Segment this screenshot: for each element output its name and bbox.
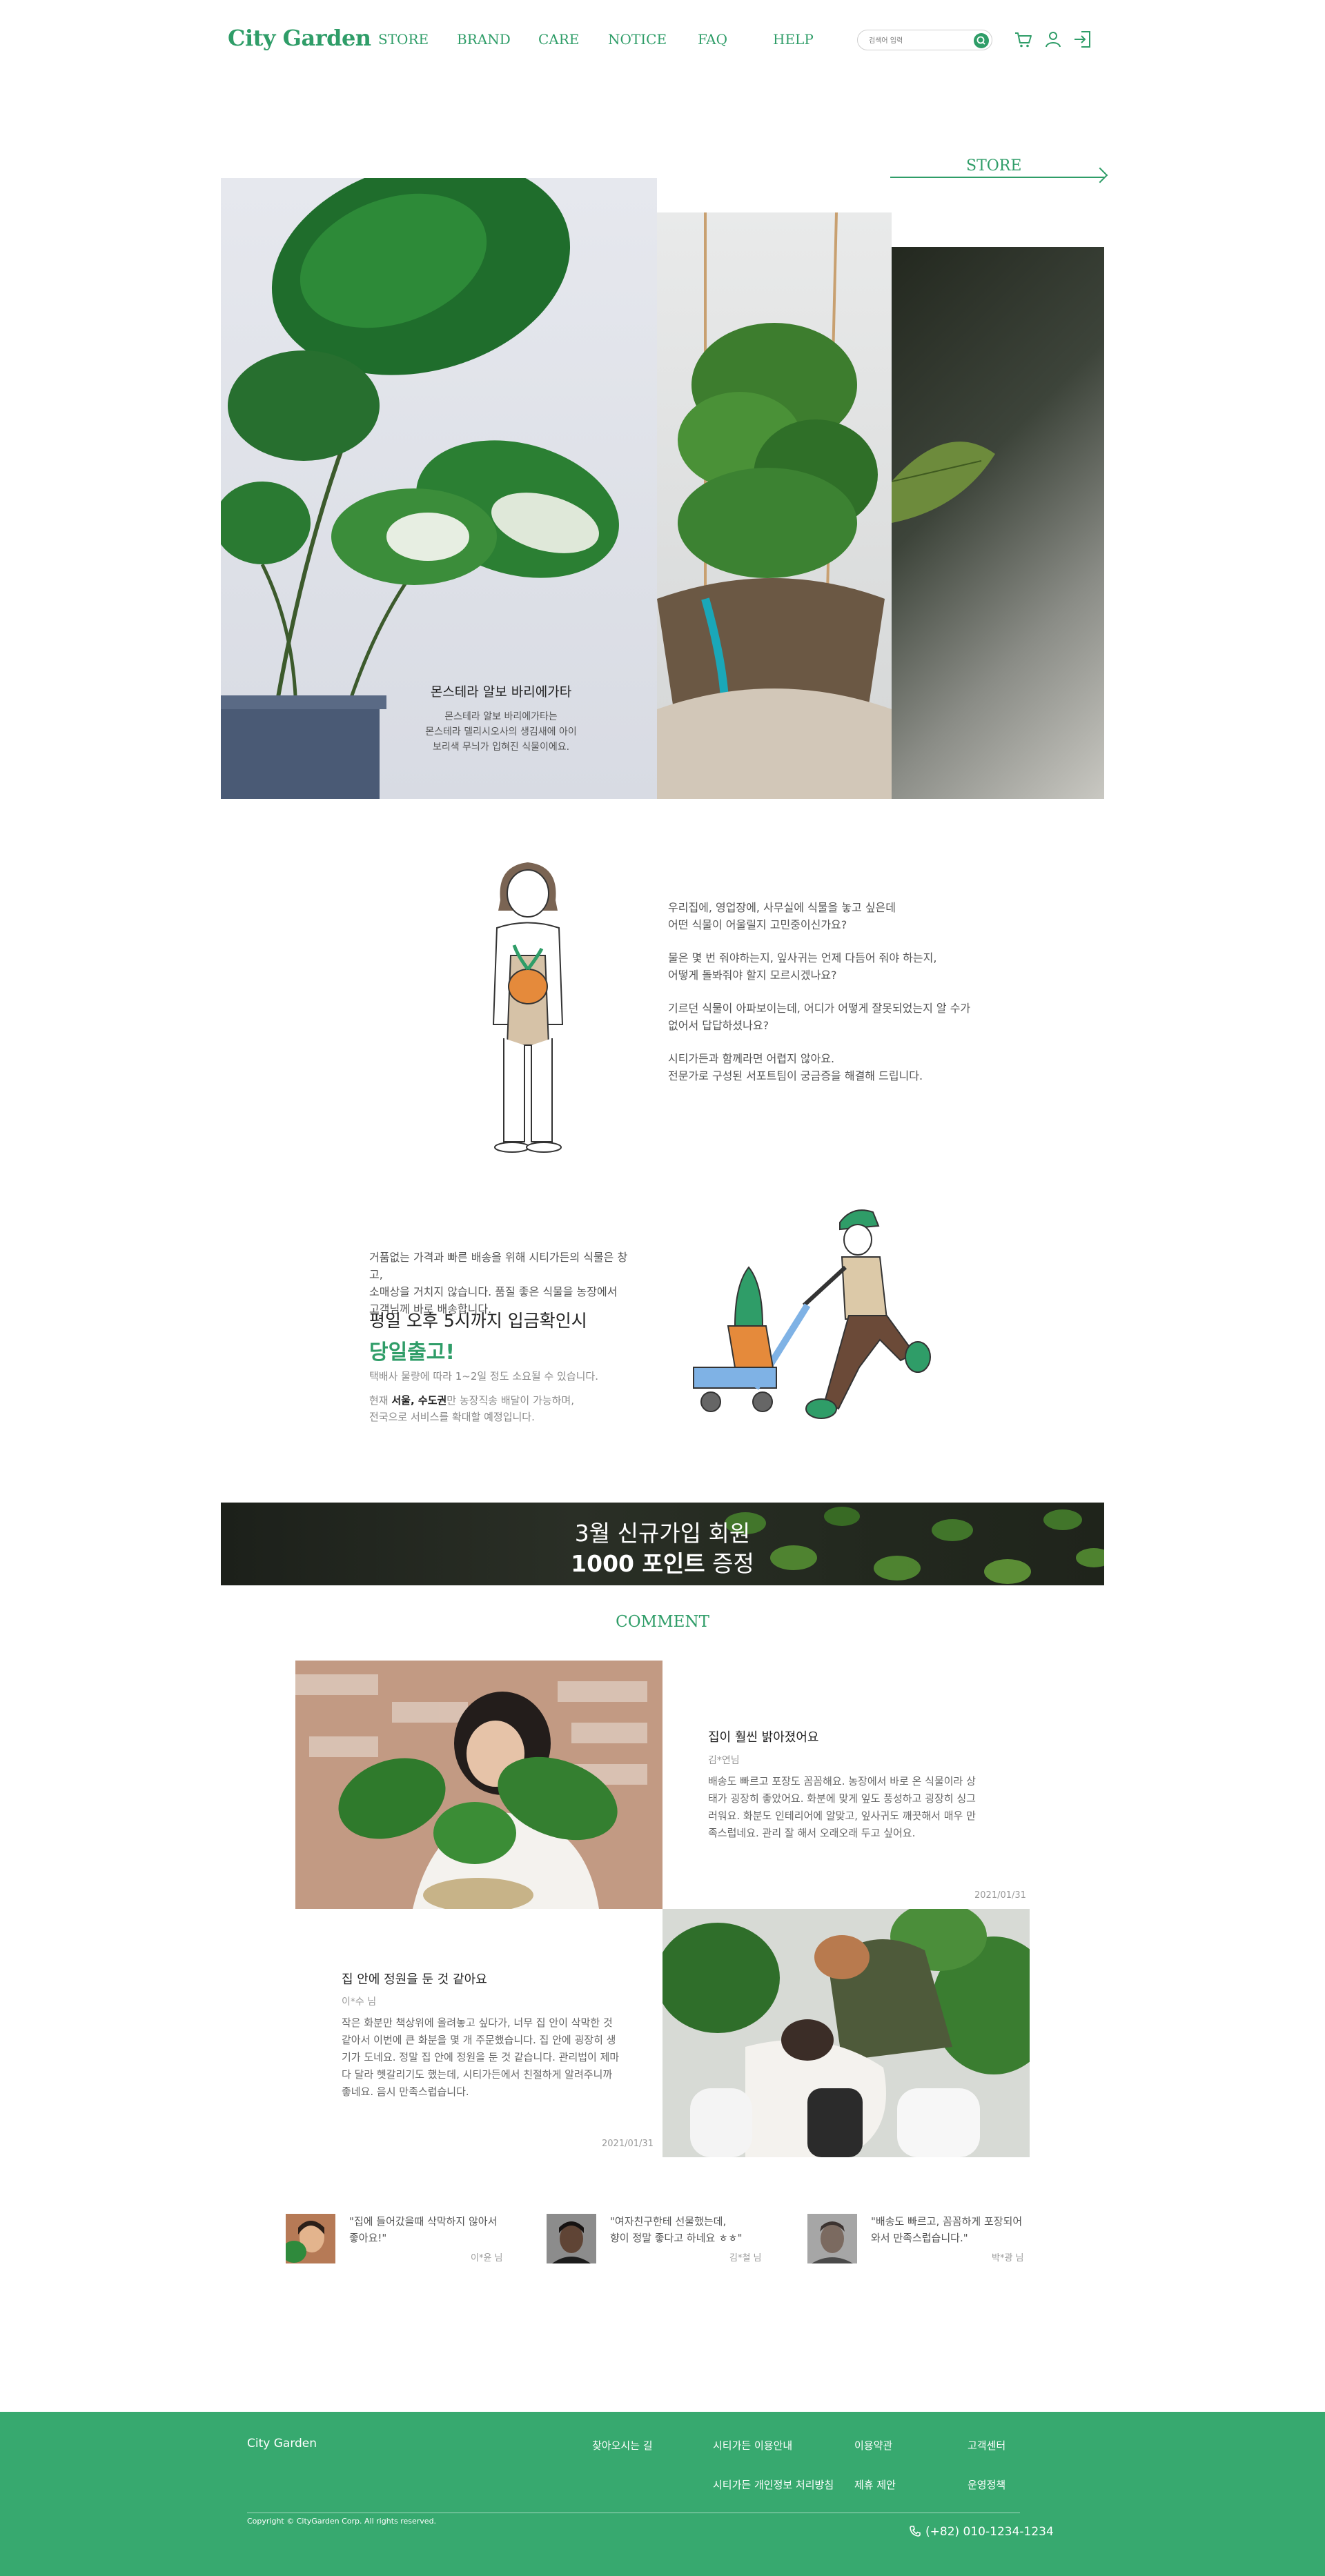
gardener-illustration (476, 852, 580, 1156)
search-box (857, 30, 992, 50)
mini-review-3-avatar (807, 2214, 857, 2263)
banner-line-2: 1000 포인트 증정 (571, 1550, 754, 1577)
nav-care[interactable]: CARE (538, 31, 579, 48)
monstera-photo[interactable]: 몬스테라 알보 바리에가타 몬스테라 알보 바리에가타는 몬스테라 델리시오사의… (221, 178, 657, 799)
banner-line-1: 3월 신규가입 회원 (574, 1520, 751, 1547)
delivery-highlight: 당일출고! (369, 1340, 455, 1365)
delivery-note-1: 택배사 물량에 따라 1~2일 정도 소요될 수 있습니다. (369, 1370, 599, 1383)
shadow-plant-photo[interactable] (892, 247, 1104, 799)
hanging-plant-illustration (657, 212, 892, 799)
review-1-body: 배송도 빠르고 포장도 꼼꼼해요. 농장에서 바로 온 식물이라 상 태가 굉장… (708, 1775, 976, 1839)
footer-link-directions[interactable]: 찾아오시는 길 (592, 2438, 653, 2453)
footer-link-policy[interactable]: 운영정책 (968, 2477, 1005, 2492)
search-icon (976, 36, 985, 45)
monstera-illustration (221, 178, 619, 799)
nav-notice[interactable]: NOTICE (608, 31, 667, 48)
mini-review-2-avatar (547, 2214, 596, 2263)
phone-icon (910, 2526, 921, 2537)
cart-button[interactable] (1013, 29, 1034, 50)
nav-brand[interactable]: BRAND (457, 31, 511, 48)
footer-link-partnership[interactable]: 제휴 제안 (854, 2477, 896, 2492)
login-button[interactable] (1072, 29, 1093, 50)
avatar-3-image (807, 2214, 857, 2263)
nav-store[interactable]: STORE (378, 31, 429, 48)
mini-review-1-name: 이*윤 님 (471, 2253, 503, 2263)
review-1-title: 집이 훨씬 밝아졌어요 (708, 1730, 819, 1745)
nav-faq[interactable]: FAQ (698, 31, 727, 48)
intro-text: 우리집에, 영업장에, 사무실에 식물을 놓고 싶은데 어떤 식물이 어울릴지 고… (668, 901, 971, 1082)
review-2-date: 2021/01/31 (602, 2139, 654, 2149)
shadow-plant-illustration (892, 442, 995, 523)
store-link-line (890, 177, 1104, 178)
delivery-illustration (680, 1202, 983, 1457)
footer-phone: (+82) 010-1234-1234 (909, 2525, 1054, 2539)
store-link[interactable]: STORE (890, 157, 1108, 185)
review-2-title: 집 안에 정원을 둔 것 같아요 (342, 1972, 487, 1987)
footer-link-privacy[interactable]: 시티가든 개인정보 처리방침 (713, 2477, 834, 2492)
promo-banner[interactable]: 3월 신규가입 회원 1000 포인트 증정 (221, 1503, 1104, 1585)
search-input[interactable] (867, 34, 967, 48)
review-1-date: 2021/01/31 (974, 1890, 1026, 1901)
comment-section-title: COMMENT (616, 1613, 709, 1631)
mini-review-3-name: 박*광 님 (992, 2253, 1024, 2263)
footer-link-support[interactable]: 고객센터 (968, 2438, 1005, 2453)
nav-help[interactable]: HELP (773, 31, 814, 48)
site-footer: City Garden 찾아오시는 길 시티가든 이용안내 이용약관 고객센터 … (0, 2412, 1325, 2576)
review-2-photo[interactable] (662, 1909, 1030, 2157)
review-1-illustration (295, 1661, 662, 1909)
review-2-author: 이*수 님 (342, 1997, 377, 2008)
user-icon (1046, 32, 1061, 48)
mini-review-2-quote: "여자친구한테 선물했는데, 향이 정말 좋다고 하네요 ㅎㅎ" (610, 2215, 743, 2244)
account-button[interactable] (1043, 29, 1063, 50)
mini-review-2-name: 김*철 님 (729, 2253, 762, 2263)
plant-title: 몬스테라 알보 바리에가타 (430, 684, 572, 700)
cart-icon (1015, 32, 1032, 48)
hanging-plant-photo[interactable] (657, 212, 892, 799)
review-1-author: 김*연님 (708, 1755, 740, 1766)
search-button[interactable] (974, 33, 989, 48)
delivery-headline: 평일 오후 5시까지 입금확인시 (369, 1311, 587, 1331)
store-link-label: STORE (966, 157, 1022, 175)
delivery-note-3: 전국으로 서비스를 확대할 예정입니다. (369, 1411, 535, 1423)
mini-review-1-avatar (286, 2214, 335, 2263)
footer-brand: City Garden (247, 2437, 317, 2450)
review-2-body: 작은 화분만 책상위에 올려놓고 싶다가, 너무 집 안이 삭막한 것 같아서 … (342, 2017, 620, 2098)
plant-description: 몬스테라 알보 바리에가타는 몬스테라 델리시오사의 생김새에 아이 보리색 무… (425, 711, 577, 753)
review-1-photo[interactable] (295, 1661, 662, 1909)
mini-review-3-quote: "배송도 빠르고, 꼼꼼하게 포장되어 와서 만족스럽습니다." (871, 2215, 1023, 2244)
review-2-illustration (662, 1909, 1030, 2157)
footer-link-terms[interactable]: 이용약관 (854, 2438, 892, 2453)
delivery-note-2: 현재 서울, 수도권만 농장직송 배달이 가능하며, (369, 1394, 574, 1407)
login-icon (1074, 31, 1090, 48)
avatar-1-image (286, 2214, 335, 2263)
footer-link-guide[interactable]: 시티가든 이용안내 (713, 2438, 792, 2453)
site-logo[interactable]: City Garden (228, 25, 371, 51)
mini-review-1-quote: "집에 들어갔을때 삭막하지 않아서 좋아요!" (349, 2215, 498, 2244)
avatar-2-image (547, 2214, 596, 2263)
gardener-figure (492, 862, 564, 1153)
footer-copyright: Copyright © CityGarden Corp. All rights … (247, 2517, 437, 2526)
arrow-right-icon (1092, 167, 1108, 184)
delivery-man-figure (693, 1209, 931, 1419)
